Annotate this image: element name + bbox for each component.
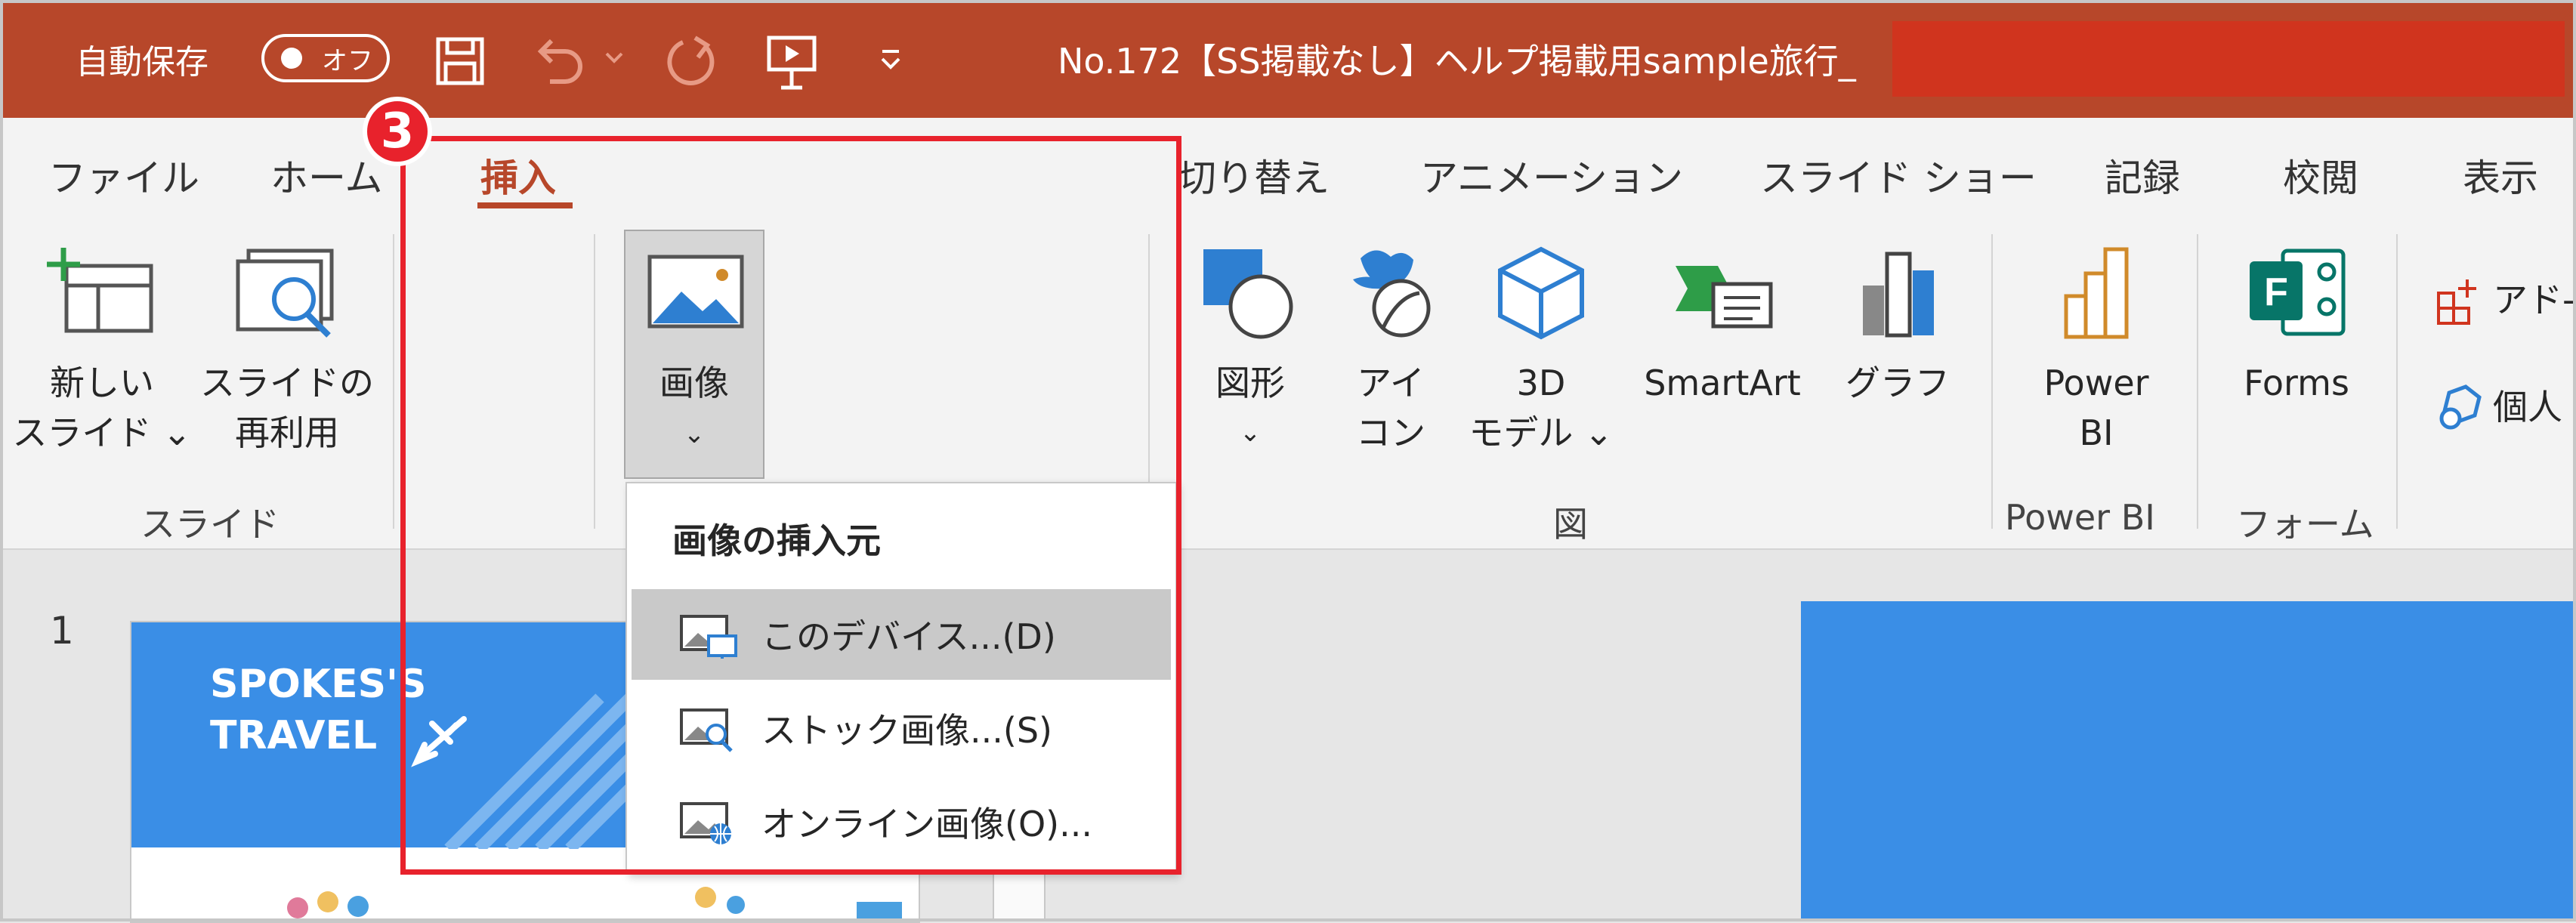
smartart-label: SmartArt [1644, 363, 1801, 403]
present-icon[interactable] [764, 32, 819, 92]
autosave-toggle[interactable]: オフ [261, 34, 390, 82]
separator [594, 234, 595, 529]
tab-view[interactable]: 表示 [2463, 148, 2538, 202]
tab-insert[interactable]: 挿入 [480, 148, 556, 202]
powerbi-icon [2064, 247, 2129, 339]
slides-group-label: スライド [141, 504, 280, 545]
shapes-label-1: 図形 [1215, 363, 1285, 403]
addins-label: アド- [2493, 279, 2575, 320]
figures-group-label: 図 [1553, 504, 1588, 545]
slide-canvas[interactable] [1801, 601, 2576, 921]
menu-item-this-device[interactable]: このデバイス...(D) [632, 589, 1171, 680]
3d-models-label-2: モデル ⌄ [1469, 412, 1614, 453]
powerbi-group-label: Power BI [2005, 497, 2155, 538]
tab-slideshow[interactable]: スライド ショー [1760, 148, 2037, 202]
addins-button[interactable]: アド- [2434, 273, 2575, 326]
active-tab-underline [477, 202, 573, 208]
slide-number: 1 [50, 609, 74, 653]
shapes-label-2: ⌄ [1239, 418, 1262, 448]
powerbi-label-1: Power [2043, 363, 2149, 403]
menu-item-label: ストック画像...(S) [761, 710, 1052, 751]
document-title: No.172【SS掲載なし】ヘルプ掲載用sample旅行_ [1058, 41, 1856, 82]
menu-item-label: このデバイス...(D) [761, 616, 1056, 657]
svg-text:F: F [2264, 270, 2288, 314]
3d-cube-icon [1498, 246, 1584, 340]
icons-button[interactable]: アイ コン [1334, 243, 1447, 458]
image-label: 画像 [659, 363, 729, 403]
separator [2396, 234, 2398, 529]
icons-icon [1353, 250, 1431, 338]
device-image-icon [680, 615, 737, 659]
online-image-icon [680, 802, 731, 844]
tab-review[interactable]: 校閲 [2283, 148, 2358, 202]
chart-button[interactable]: グラフ [1837, 243, 1958, 408]
save-icon[interactable] [434, 35, 486, 88]
stock-image-icon [680, 708, 733, 752]
shapes-button[interactable]: 図形 ⌄ [1194, 243, 1307, 458]
step-badge: 3 [363, 97, 432, 166]
separator [2197, 234, 2198, 529]
ribbon: 新しい スライド ⌄ スライドの 再利用 スライド 画像 ⌄ 図形 ⌄ アイ コ… [0, 216, 2576, 550]
undo-dropdown-icon[interactable] [604, 50, 624, 65]
tab-animations[interactable]: アニメーション [1420, 148, 1683, 202]
new-slide-label-2: スライド ⌄ [12, 412, 192, 453]
personal-icon [2439, 384, 2482, 430]
separator [1991, 234, 1993, 529]
tab-transitions[interactable]: 切り替え [1178, 148, 1330, 202]
shapes-icon [1203, 249, 1293, 339]
forms-button[interactable]: F Forms [2221, 243, 2372, 408]
image-icon [647, 255, 744, 329]
tab-record[interactable]: 記録 [2105, 148, 2180, 202]
customize-toolbar-icon[interactable] [878, 48, 903, 71]
separator [393, 234, 394, 529]
new-slide-button[interactable]: 新しい スライド ⌄ [12, 243, 192, 458]
personal-label: 個人 [2493, 387, 2562, 428]
airplane-icon [411, 716, 467, 767]
tab-home[interactable]: ホーム [270, 148, 383, 202]
menu-item-stock-images[interactable]: ストック画像...(S) [632, 683, 1171, 773]
chart-label: グラフ [1846, 363, 1950, 403]
forms-group-label: フォーム [2236, 504, 2374, 545]
image-chevron: ⌄ [683, 419, 706, 449]
toggle-knob [281, 48, 302, 69]
smartart-button[interactable]: SmartArt [1624, 243, 1821, 408]
chart-icon [1863, 252, 1934, 338]
new-slide-label-1: 新しい [50, 363, 154, 403]
powerbi-label-2: BI [2079, 412, 2114, 453]
reuse-slide-icon [236, 248, 334, 338]
undo-icon[interactable] [532, 35, 586, 88]
reuse-slide-button[interactable]: スライドの 再利用 [200, 243, 374, 458]
reuse-slide-label-2: 再利用 [235, 412, 339, 453]
image-button[interactable]: 画像 ⌄ [624, 230, 764, 479]
menu-header: 画像の挿入元 [672, 520, 881, 561]
thumbnail-title-line-1: SPOKES'S [210, 662, 427, 707]
autosave-label: 自動保存 [76, 43, 208, 82]
powerbi-button[interactable]: Power BI [2025, 243, 2168, 458]
redo-icon[interactable] [662, 33, 722, 91]
3d-models-button[interactable]: 3D モデル ⌄ [1466, 243, 1617, 458]
thumbnail-illustration [287, 887, 902, 921]
new-slide-icon [47, 248, 153, 333]
menu-item-label: オンライン画像(O)... [761, 804, 1092, 844]
thumbnail-title: SPOKES'S TRAVEL [210, 659, 426, 761]
icons-label-1: アイ [1357, 363, 1425, 403]
thumbnail-title-line-2: TRAVEL [210, 713, 378, 758]
redacted-area [1892, 21, 2565, 97]
3d-models-label-1: 3D [1516, 363, 1566, 403]
reuse-slide-label-1: スライドの [200, 363, 374, 403]
autosave-toggle-state: オフ [322, 46, 373, 76]
forms-label: Forms [2244, 363, 2349, 403]
icons-label-2: コン [1356, 412, 1425, 453]
personal-button[interactable]: 個人 [2434, 381, 2562, 434]
smartart-icon [1676, 266, 1773, 329]
forms-icon: F [2250, 248, 2346, 336]
insert-image-menu: 画像の挿入元 このデバイス...(D) ストック画像...(S) オンライン画像… [625, 482, 1177, 875]
tab-file[interactable]: ファイル [48, 148, 199, 202]
menu-item-online-images[interactable]: オンライン画像(O)... [632, 776, 1171, 867]
addins-icon [2437, 279, 2476, 325]
